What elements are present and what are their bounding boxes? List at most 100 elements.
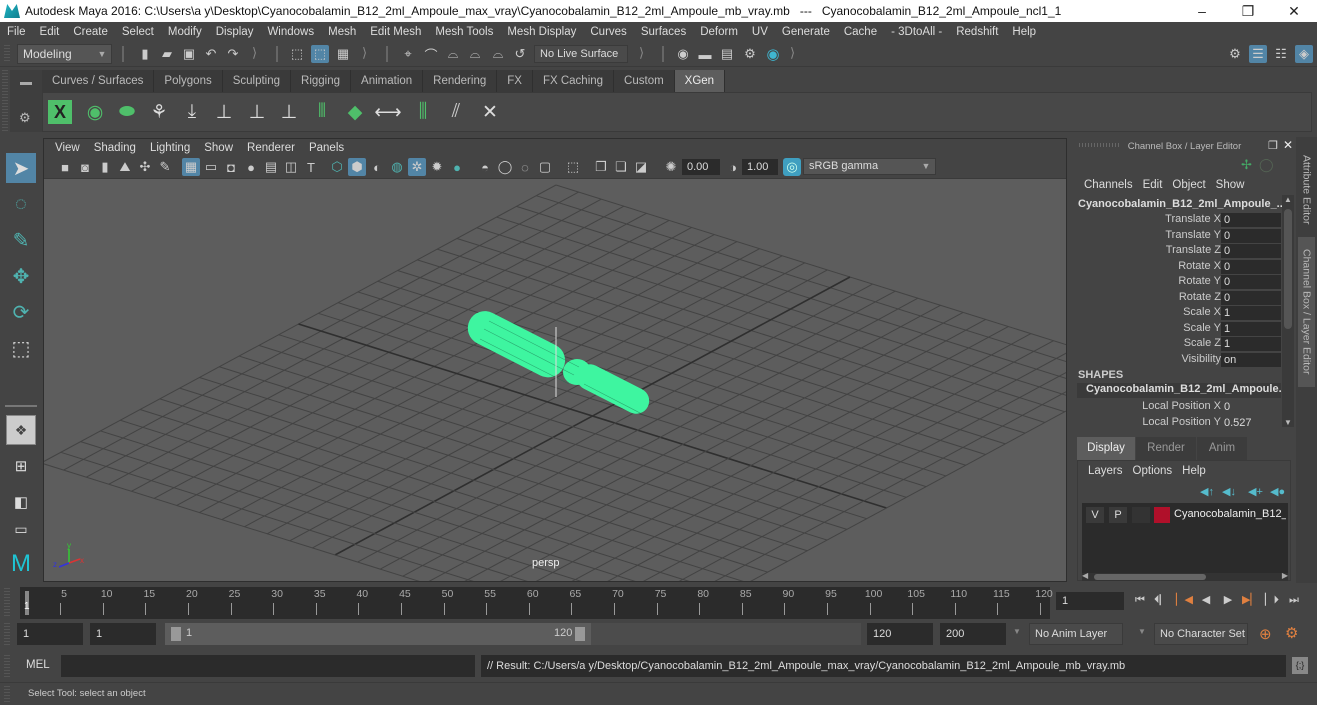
gamma-icon[interactable]: ◑ xyxy=(724,158,742,176)
shelf-tab-fx-caching[interactable]: FX Caching xyxy=(532,70,615,92)
rotate-tool-icon[interactable]: ⟳ xyxy=(6,297,36,327)
film-gate-icon[interactable]: ▭ xyxy=(202,158,220,176)
channel-value[interactable]: 0.527 xyxy=(1221,416,1281,430)
xgen-visibility-icon[interactable]: ⊥ xyxy=(243,98,271,126)
color-space-dropdown[interactable]: sRGB gamma ▼ xyxy=(803,158,936,175)
shape-channel-row[interactable]: Local Position X0 xyxy=(1073,400,1285,415)
viewport-menu-lighting[interactable]: Lighting xyxy=(143,142,197,154)
time-slider-grip[interactable] xyxy=(4,588,10,616)
camera-attributes-icon[interactable]: ◙ xyxy=(76,158,94,176)
modeling-toolkit-icon[interactable]: ⚙ xyxy=(1226,45,1244,63)
anim-layer-dropdown-arrow-icon[interactable]: ▼ xyxy=(1013,627,1021,636)
snap-to-view-plane-icon[interactable]: ⌓ xyxy=(466,45,484,63)
viewport-menu-shading[interactable]: Shading xyxy=(87,142,143,154)
channel-label[interactable]: Local Position Y xyxy=(1142,416,1221,428)
xgen-guides-icon[interactable]: ⫴ xyxy=(308,98,336,126)
restore-button[interactable]: ❐ xyxy=(1225,0,1271,22)
menu-3dtoall[interactable]: - 3DtoAll - xyxy=(884,26,949,38)
snap-to-curve-icon[interactable]: ⌒ xyxy=(422,45,440,63)
animation-preferences-icon[interactable]: ⚙ xyxy=(1285,624,1298,642)
layer-tab-anim[interactable]: Anim xyxy=(1197,437,1247,460)
current-frame-field[interactable]: 1 xyxy=(1056,592,1124,610)
shelf-tab-animation[interactable]: Animation xyxy=(351,70,424,92)
menu-curves[interactable]: Curves xyxy=(583,26,633,38)
screen-space-ao-icon[interactable]: ◓ xyxy=(476,158,494,176)
live-surface-field[interactable]: No Live Surface xyxy=(534,45,628,63)
shadows-icon[interactable]: ● xyxy=(448,158,466,176)
channel-row[interactable]: Translate Z0 xyxy=(1073,244,1285,259)
shelf-tab-custom[interactable]: Custom xyxy=(614,70,675,92)
anti-aliasing-icon[interactable]: ◌ xyxy=(516,158,534,176)
open-scene-icon[interactable]: ▰ xyxy=(158,45,176,63)
save-scene-icon[interactable]: ▣ xyxy=(180,45,198,63)
channel-label[interactable]: Rotate X xyxy=(1178,260,1221,272)
xray-components-icon[interactable]: ◪ xyxy=(632,158,650,176)
channel-box-menu-show[interactable]: Show xyxy=(1211,179,1250,191)
channel-label[interactable]: Scale Z xyxy=(1184,337,1221,349)
xgen-length-icon[interactable]: ⟷ xyxy=(374,98,402,126)
channel-box-scrollbar[interactable]: ▲ ▼ xyxy=(1282,195,1294,427)
resolution-gate-icon[interactable]: ◘ xyxy=(222,158,240,176)
channel-value[interactable]: 0 xyxy=(1221,259,1281,274)
channel-label[interactable]: Local Position X xyxy=(1142,400,1221,412)
channel-row[interactable]: Rotate Z0 xyxy=(1073,290,1285,306)
step-forward-frame-icon[interactable]: ▏⏵ xyxy=(1264,592,1280,608)
channel-label[interactable]: Rotate Z xyxy=(1179,291,1221,303)
scroll-down-icon[interactable]: ▼ xyxy=(1284,418,1292,427)
xgen-place-icon[interactable]: ⤓ xyxy=(178,98,206,126)
scale-tool-icon[interactable]: ⬚ xyxy=(6,333,36,363)
range-start-handle[interactable] xyxy=(171,627,181,641)
go-to-start-icon[interactable]: ⏮ xyxy=(1132,592,1148,608)
channel-value[interactable]: 0 xyxy=(1221,275,1281,289)
channel-value[interactable]: 0 xyxy=(1221,400,1281,414)
menu-cache[interactable]: Cache xyxy=(837,26,884,38)
menu-uv[interactable]: UV xyxy=(745,26,775,38)
shape-channel-row[interactable]: Local Position Y 0.527 xyxy=(1073,416,1285,431)
make-live-icon[interactable]: ⌓ xyxy=(489,45,507,63)
channel-label[interactable]: Rotate Y xyxy=(1178,275,1221,287)
xray-icon[interactable]: ❐ xyxy=(592,158,610,176)
animation-end-field[interactable]: 200 xyxy=(940,623,1006,645)
close-button[interactable]: ✕ xyxy=(1271,0,1317,22)
layer-list-hscrollbar[interactable]: ◀ ▶ xyxy=(1082,571,1288,581)
use-default-material-icon[interactable]: ◐ xyxy=(368,158,386,176)
persp-graph-layout-icon[interactable]: ▭ xyxy=(6,521,36,537)
viewport-menu-show[interactable]: Show xyxy=(197,142,240,154)
select-by-object-type-icon[interactable]: ⬚ xyxy=(311,45,329,63)
script-editor-icon[interactable]: {;} xyxy=(1292,657,1308,674)
menu-surfaces[interactable]: Surfaces xyxy=(634,26,693,38)
exposure-icon[interactable]: ✺ xyxy=(662,158,680,176)
playback-start-field[interactable]: 1 xyxy=(90,623,156,645)
attribute-editor-tab[interactable]: Attribute Editor xyxy=(1298,143,1315,237)
gate-mask-icon[interactable]: ● xyxy=(242,158,260,176)
undo-icon[interactable]: ↶ xyxy=(202,45,220,63)
single-perspective-layout-icon[interactable]: ❖ xyxy=(6,415,36,445)
channel-value[interactable]: 0 xyxy=(1221,244,1281,258)
bookmark-icon[interactable]: ▮ xyxy=(96,158,114,176)
select-by-component-icon[interactable]: ▦ xyxy=(334,45,352,63)
channel-value[interactable]: 0 xyxy=(1221,213,1281,227)
menu-create[interactable]: Create xyxy=(66,26,115,38)
safe-title-icon[interactable]: T xyxy=(302,158,320,176)
layer-menu-options[interactable]: Options xyxy=(1128,465,1178,477)
auto-key-icon[interactable]: ⊕ xyxy=(1259,625,1272,643)
shelf-tab-rigging[interactable]: Rigging xyxy=(291,70,352,92)
render-current-frame-icon[interactable]: ▬ xyxy=(696,45,714,63)
3d-viewport[interactable]: yx z persp xyxy=(44,178,1066,581)
float-panel-icon[interactable]: ❐ xyxy=(1268,139,1278,152)
move-layer-up-icon[interactable]: ◀↑ xyxy=(1200,485,1214,498)
menu-edit-mesh[interactable]: Edit Mesh xyxy=(363,26,428,38)
camera-select-icon[interactable]: ■ xyxy=(56,158,74,176)
motion-blur-icon[interactable]: ◯ xyxy=(496,158,514,176)
range-end-handle[interactable] xyxy=(575,627,585,641)
character-set-dropdown[interactable]: No Character Set xyxy=(1154,623,1248,645)
2d-pan-zoom-icon[interactable]: ✣ xyxy=(136,158,154,176)
close-panel-icon[interactable]: ✕ xyxy=(1283,138,1293,152)
xray-joints-icon[interactable]: ❏ xyxy=(612,158,630,176)
shelf-tab-fx[interactable]: FX xyxy=(497,70,533,92)
menu-generate[interactable]: Generate xyxy=(775,26,837,38)
layer-row[interactable]: V P Cyanocobalamin_B12_2m xyxy=(1082,506,1288,524)
xgen-preview-icon[interactable]: ◉ xyxy=(81,98,109,126)
channel-value[interactable]: 1 xyxy=(1221,321,1281,336)
channel-value[interactable]: 0 xyxy=(1221,290,1281,305)
